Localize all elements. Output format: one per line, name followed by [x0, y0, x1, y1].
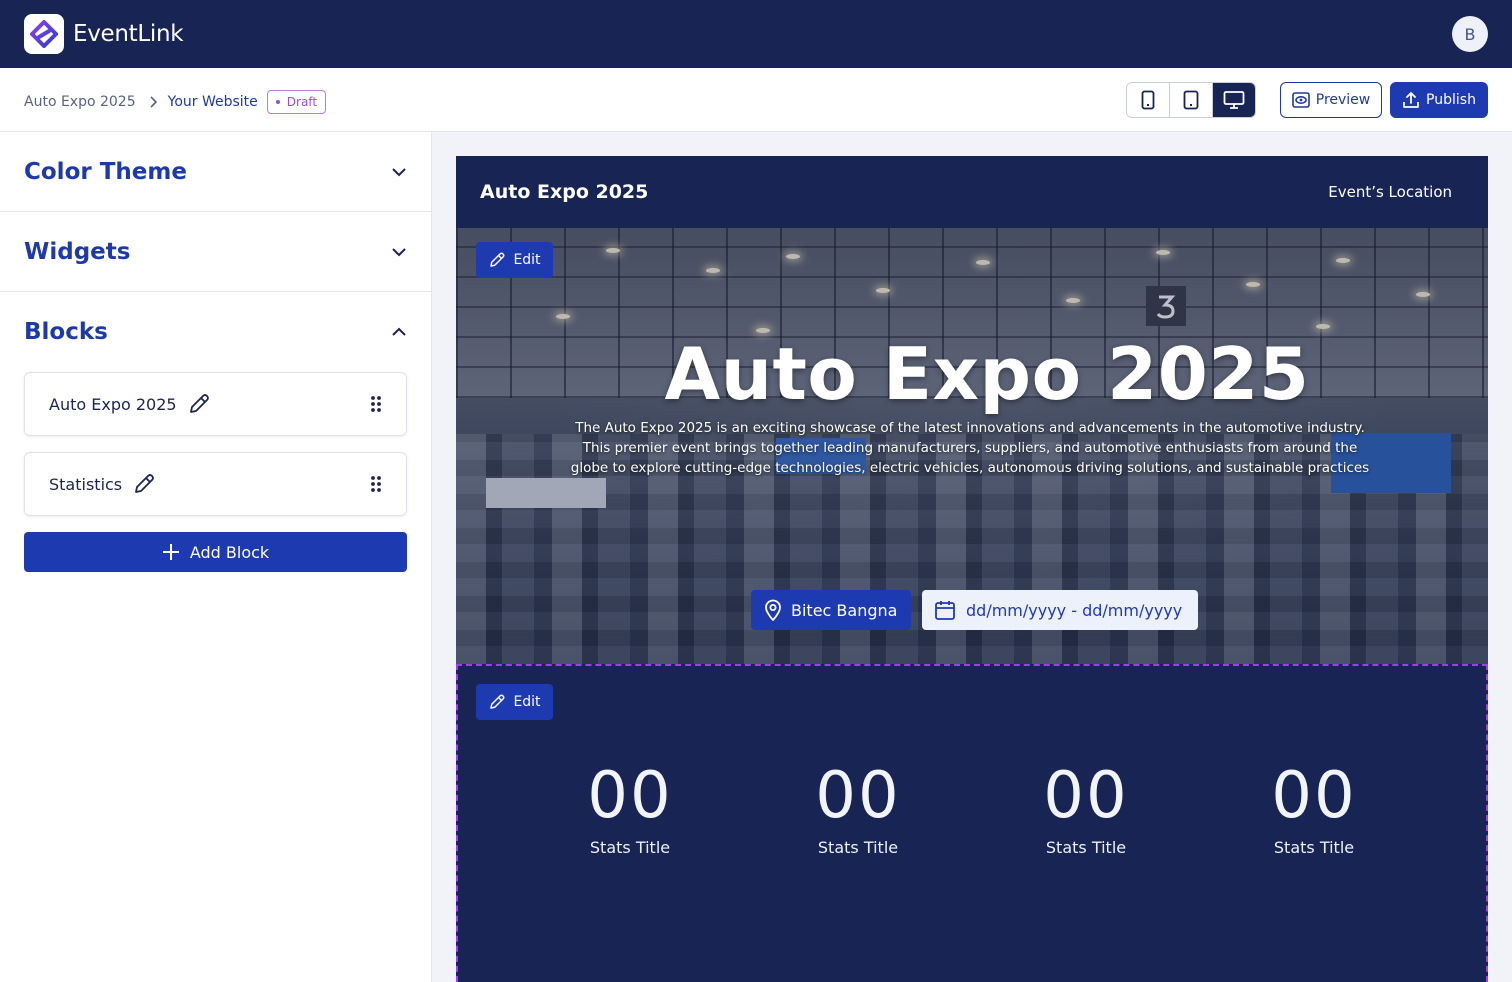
tablet-view-button[interactable] [1170, 83, 1213, 117]
status-label: Draft [286, 95, 318, 109]
pencil-icon[interactable] [187, 392, 211, 416]
chevron-down-icon [392, 167, 406, 176]
status-dot-icon [275, 100, 280, 104]
section-title: Color Theme [24, 158, 187, 185]
stat-value: 00 [1271, 759, 1357, 833]
tablet-icon [1183, 90, 1199, 110]
stat-item: 00 Stats Title [758, 762, 958, 857]
drag-handle-icon[interactable] [370, 395, 382, 413]
status-badge: Draft [266, 90, 327, 114]
date-range-label: dd/mm/yyyy - dd/mm/yyyy [966, 600, 1183, 620]
stat-label: Stats Title [589, 838, 671, 857]
mobile-view-button[interactable] [1127, 83, 1170, 117]
section-widgets[interactable]: Widgets [0, 212, 431, 292]
app-title: EventLink [73, 21, 184, 47]
edit-hero-button[interactable]: Edit [476, 242, 553, 278]
user-avatar[interactable]: B [1452, 16, 1488, 52]
pencil-icon [490, 694, 505, 709]
section-title: Blocks [24, 319, 108, 345]
desktop-view-button[interactable] [1213, 83, 1255, 117]
hero-block[interactable]: Edit Auto Expo 2025 The Auto Expo 2025 i… [456, 228, 1488, 664]
site-navbar: Auto Expo 2025 Event’s Location [456, 156, 1488, 228]
block-item[interactable]: Statistics [24, 452, 407, 516]
pencil-icon [490, 252, 505, 267]
stat-label: Stats Title [1045, 838, 1127, 857]
app-header: EventLink B [0, 0, 1512, 68]
editor-sidebar: Color Theme Widgets Blocks Auto Expo 202… [0, 132, 432, 982]
preview-icon [1291, 92, 1310, 108]
breadcrumb-event[interactable]: Auto Expo 2025 [24, 94, 136, 110]
chevron-down-icon [392, 247, 406, 256]
chevron-right-icon [148, 96, 158, 108]
stat-value: 00 [815, 759, 901, 833]
location-label: Bitec Bangna [791, 600, 898, 620]
upload-icon [1403, 92, 1419, 108]
edit-stats-button[interactable]: Edit [476, 684, 553, 720]
stat-item: 00 Stats Title [986, 762, 1186, 857]
edit-label: Edit [513, 694, 541, 710]
drag-handle-icon[interactable] [370, 475, 382, 493]
hero-title: Auto Expo 2025 [664, 332, 1310, 416]
breadcrumb-website[interactable]: Your Website [168, 94, 258, 110]
desktop-icon [1223, 91, 1245, 109]
map-pin-icon [765, 599, 781, 621]
block-item[interactable]: Auto Expo 2025 [24, 372, 407, 436]
stat-item: 00 Stats Title [1214, 762, 1414, 857]
site-nav-location-link[interactable]: Event’s Location [1328, 183, 1452, 201]
statistics-block[interactable]: Edit 00 Stats Title 00 Stats Title 00 St… [456, 664, 1488, 982]
mobile-icon [1141, 90, 1155, 110]
eventlink-logo-icon[interactable] [24, 14, 64, 54]
site-brand[interactable]: Auto Expo 2025 [480, 181, 648, 203]
publish-button[interactable]: Publish [1390, 82, 1488, 118]
pencil-icon[interactable] [132, 472, 156, 496]
section-color-theme[interactable]: Color Theme [0, 132, 431, 212]
date-chip[interactable]: dd/mm/yyyy - dd/mm/yyyy [922, 590, 1199, 630]
preview-button[interactable]: Preview [1280, 82, 1382, 118]
location-chip[interactable]: Bitec Bangna [751, 590, 912, 630]
preview-label: Preview [1315, 92, 1371, 108]
breadcrumb: Auto Expo 2025 Your Website Draft [24, 90, 327, 114]
website-preview: Auto Expo 2025 Event’s Location Edit Aut… [456, 156, 1488, 982]
chevron-up-icon [392, 327, 406, 336]
stat-label: Stats Title [817, 838, 899, 857]
section-title: Widgets [24, 238, 131, 265]
device-switcher [1126, 82, 1256, 118]
stat-item: 00 Stats Title [530, 762, 730, 857]
hero-description: The Auto Expo 2025 is an exciting showca… [570, 420, 1370, 476]
block-label: Auto Expo 2025 [49, 394, 177, 414]
edit-label: Edit [513, 252, 541, 268]
stat-value: 00 [587, 759, 673, 833]
publish-label: Publish [1426, 92, 1476, 108]
section-blocks[interactable]: Blocks [0, 292, 431, 372]
add-block-button[interactable]: Add Block [24, 532, 407, 572]
calendar-icon [935, 601, 955, 620]
stat-value: 00 [1043, 759, 1129, 833]
editor-toolbar: Auto Expo 2025 Your Website Draft Previe… [0, 68, 1512, 132]
add-block-label: Add Block [189, 542, 270, 562]
plus-icon [162, 544, 179, 560]
block-label: Statistics [49, 474, 123, 494]
stat-label: Stats Title [1273, 838, 1355, 857]
